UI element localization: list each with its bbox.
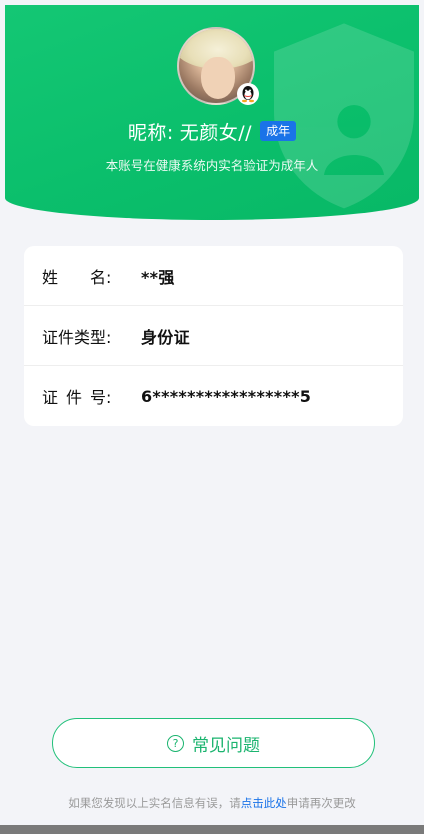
footer-note-prefix: 如果您发现以上实名信息有误，请: [68, 796, 241, 810]
nickname-label: 昵称:: [127, 121, 174, 144]
adult-status-badge: 成年: [260, 121, 297, 141]
qq-penguin-icon: [237, 83, 259, 105]
header-banner: 昵称: 无颜女// 成年 本账号在健康系统内实名验证为成年人: [5, 5, 419, 220]
id-type-label: 证件类型:: [42, 327, 112, 347]
question-circle-icon: ?: [167, 734, 184, 752]
id-number-value: 6*****************5: [141, 386, 312, 406]
id-type-value: 身份证: [141, 327, 190, 347]
faq-button-label: 常见问题: [192, 735, 260, 756]
nickname: 无颜女//: [179, 121, 253, 144]
info-row-id-type: 证件类型: 身份证: [24, 306, 403, 366]
footer-note: 如果您发现以上实名信息有误，请点击此处申请再次更改: [5, 795, 419, 811]
id-number-label: 证 件 号:: [42, 388, 112, 407]
page: 昵称: 无颜女// 成年 本账号在健康系统内实名验证为成年人 姓 名: **强 …: [5, 5, 419, 825]
faq-button[interactable]: ? 常见问题: [52, 718, 375, 768]
footer-note-suffix: 申请再次更改: [286, 796, 356, 810]
identity-info-card: 姓 名: **强 证件类型: 身份证 证 件 号: 6*************…: [24, 246, 403, 426]
bottom-system-bar: [0, 825, 424, 834]
verification-subtitle: 本账号在健康系统内实名验证为成年人: [105, 158, 319, 173]
shield-watermark-icon: [274, 23, 414, 209]
info-row-id-number: 证 件 号: 6*****************5: [24, 366, 403, 426]
nickname-row: 昵称: 无颜女// 成年: [5, 117, 419, 145]
click-here-link[interactable]: 点击此处: [241, 796, 287, 810]
name-value: **强: [141, 267, 175, 287]
info-row-name: 姓 名: **强: [24, 246, 403, 306]
name-label: 姓 名:: [42, 267, 112, 287]
